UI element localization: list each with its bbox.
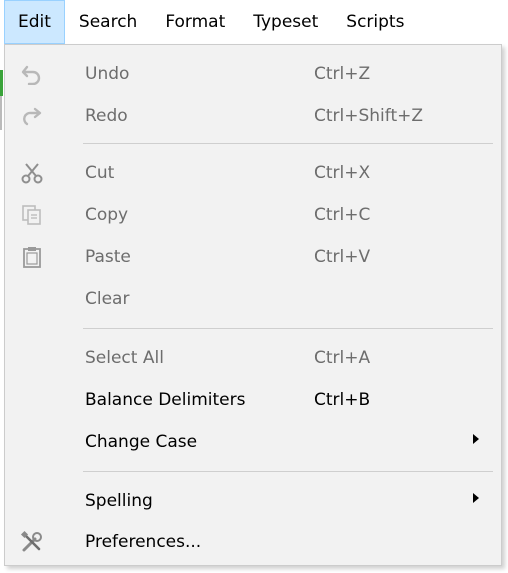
menu-item-shortcut: Ctrl+V bbox=[314, 247, 371, 267]
menu-item-shortcut: Ctrl+C bbox=[314, 205, 371, 225]
background-sliver bbox=[0, 70, 3, 96]
tools-icon bbox=[19, 529, 45, 555]
menu-item-cut[interactable]: Cut Ctrl+X bbox=[5, 152, 501, 194]
menu-separator bbox=[83, 471, 493, 472]
scissors-icon bbox=[19, 160, 45, 186]
menu-search[interactable]: Search bbox=[65, 0, 151, 44]
submenu-arrow-icon bbox=[473, 434, 479, 444]
menu-item-label: Paste bbox=[85, 247, 131, 267]
undo-icon bbox=[19, 61, 45, 87]
menu-separator bbox=[83, 143, 493, 144]
background-sliver-gray bbox=[0, 96, 2, 130]
menu-item-copy[interactable]: Copy Ctrl+C bbox=[5, 194, 501, 236]
menu-item-spelling[interactable]: Spelling bbox=[5, 480, 501, 522]
menu-bar: Edit Search Format Typeset Scripts bbox=[0, 0, 508, 44]
menu-item-shortcut: Ctrl+A bbox=[314, 348, 371, 368]
menu-item-label: Balance Delimiters bbox=[85, 390, 246, 410]
menu-item-label: Preferences... bbox=[85, 532, 202, 552]
submenu-arrow-icon bbox=[473, 493, 479, 503]
menu-item-label: Undo bbox=[85, 64, 130, 84]
edit-menu-dropdown: Undo Ctrl+Z Redo Ctrl+Shift+Z Cut Ctrl+X… bbox=[4, 44, 502, 566]
menu-item-label: Clear bbox=[85, 289, 130, 309]
menu-item-preferences[interactable]: Preferences... bbox=[5, 521, 501, 563]
menu-item-label: Select All bbox=[85, 348, 164, 368]
menu-item-label: Copy bbox=[85, 205, 129, 225]
menu-item-change-case[interactable]: Change Case bbox=[5, 421, 501, 463]
clipboard-icon bbox=[19, 244, 45, 270]
copy-icon bbox=[19, 202, 45, 228]
menu-item-paste[interactable]: Paste Ctrl+V bbox=[5, 236, 501, 278]
menu-item-undo[interactable]: Undo Ctrl+Z bbox=[5, 53, 501, 95]
menu-item-clear[interactable]: Clear bbox=[5, 278, 501, 320]
menu-separator bbox=[83, 328, 493, 329]
menu-item-shortcut: Ctrl+Z bbox=[314, 64, 371, 84]
menu-item-label: Change Case bbox=[85, 432, 198, 452]
menu-item-label: Redo bbox=[85, 106, 128, 126]
menu-edit[interactable]: Edit bbox=[4, 0, 65, 44]
menu-item-shortcut: Ctrl+Shift+Z bbox=[314, 106, 424, 126]
menu-scripts[interactable]: Scripts bbox=[332, 0, 418, 44]
menu-typeset[interactable]: Typeset bbox=[239, 0, 332, 44]
menu-format[interactable]: Format bbox=[151, 0, 239, 44]
menu-item-redo[interactable]: Redo Ctrl+Shift+Z bbox=[5, 95, 501, 137]
menu-item-label: Cut bbox=[85, 163, 115, 183]
menu-item-label: Spelling bbox=[85, 491, 153, 511]
menu-item-shortcut: Ctrl+X bbox=[314, 163, 371, 183]
menu-item-balance-delimiters[interactable]: Balance Delimiters Ctrl+B bbox=[5, 379, 501, 421]
window: Edit Search Format Typeset Scripts Undo … bbox=[0, 0, 508, 573]
menu-item-shortcut: Ctrl+B bbox=[314, 390, 371, 410]
redo-icon bbox=[19, 103, 45, 129]
menu-item-select-all[interactable]: Select All Ctrl+A bbox=[5, 337, 501, 379]
